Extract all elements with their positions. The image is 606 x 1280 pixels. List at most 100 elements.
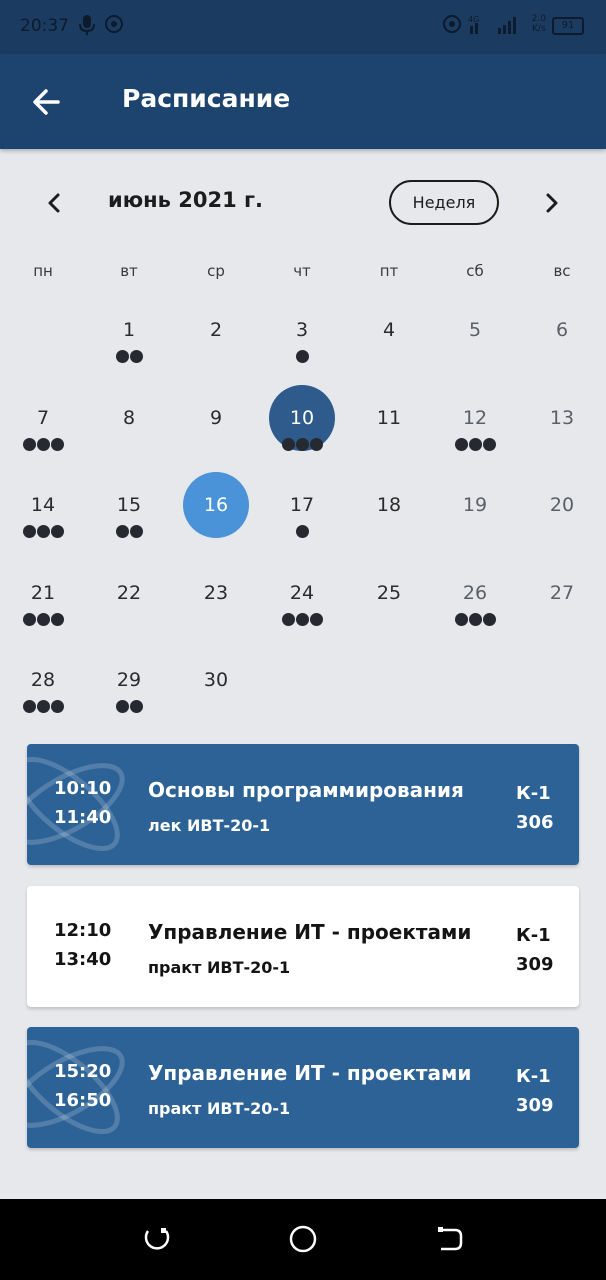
event-dot [50,613,64,626]
month-title: июнь 2021 г. [108,188,263,212]
calendar-day[interactable]: 13 [519,400,605,480]
day-number: 17 [289,494,315,516]
lesson-subject: Основы программирования [148,778,464,802]
calendar-day[interactable]: 3 [259,312,345,392]
lesson-card[interactable]: 15:20 16:50 Управление ИТ - проектами практ… [27,1027,579,1148]
system-nav-bar [0,1199,606,1280]
lesson-location: К-1 306 [516,779,554,837]
day-number: 6 [555,319,569,341]
calendar-day[interactable]: 27 [519,575,605,655]
calendar-day[interactable]: 2 [173,312,259,392]
event-dot [295,438,309,451]
arrow-left-icon[interactable] [26,82,68,124]
lesson-start: 10:10 [54,778,112,799]
lesson-room: 309 [516,954,554,975]
calendar-day[interactable]: 6 [519,312,605,392]
lesson-subject: Управление ИТ - проектами [148,1061,472,1085]
weekday-label: вт [120,262,138,280]
weekday-label: вс [553,262,571,280]
day-number: 21 [30,582,56,604]
event-dot [50,438,64,451]
calendar-day[interactable]: 19 [432,487,518,567]
weekday-label: сб [466,262,484,280]
event-dot [22,613,36,626]
day-number: 23 [203,582,229,604]
calendar-day[interactable]: 29 [86,662,172,742]
day-number: 9 [209,407,223,429]
event-dots [259,613,345,626]
lesson-building: К-1 [516,925,551,946]
lesson-details: лек ИВТ-20-1 [148,816,271,835]
day-number: 13 [549,407,575,429]
event-dots [0,438,86,451]
lesson-time: 12:10 13:40 [54,916,111,974]
net-speed: 2.0 K/s [532,14,546,34]
calendar-day[interactable]: 25 [346,575,432,655]
back-icon[interactable] [431,1221,467,1257]
event-dot [36,613,50,626]
calendar-day[interactable]: 11 [346,400,432,480]
day-number: 28 [30,669,56,691]
net-speed-unit: K/s [532,24,546,34]
lesson-building: К-1 [516,1066,551,1087]
day-number: 22 [116,582,142,604]
day-number: 19 [462,494,488,516]
day-number: 24 [289,582,315,604]
lesson-end: 11:40 [54,807,112,828]
calendar-day[interactable]: 28 [0,662,86,742]
event-dot [36,525,50,538]
calendar-day[interactable]: 12 [432,400,518,480]
weekday-label: ср [207,262,225,280]
calendar-day[interactable]: 15 [86,487,172,567]
calendar-day[interactable]: 22 [86,575,172,655]
calendar-day[interactable]: 7 [0,400,86,480]
calendar-day[interactable]: 21 [0,575,86,655]
lesson-time: 15:20 16:50 [54,1057,111,1115]
calendar-day[interactable]: 4 [346,312,432,392]
calendar-day[interactable]: 1 [86,312,172,392]
status-time: 20:37 [20,16,69,36]
lesson-time: 10:10 11:40 [54,774,111,832]
event-dots [86,525,172,538]
lesson-details: практ ИВТ-20-1 [148,958,291,977]
calendar-day[interactable]: 9 [173,400,259,480]
recents-icon[interactable] [139,1221,175,1257]
home-icon[interactable] [285,1221,321,1257]
day-number: 2 [209,319,223,341]
chevron-left-icon[interactable] [38,186,72,220]
lesson-room: 309 [516,1095,554,1116]
lesson-card[interactable]: 10:10 11:40 Основы программирования лек ИВТ… [27,744,579,865]
calendar-day[interactable]: 26 [432,575,518,655]
event-dot [295,613,309,626]
calendar-day[interactable]: 23 [173,575,259,655]
calendar-day[interactable]: 30 [173,662,259,742]
day-number: 15 [116,494,142,516]
calendar-day[interactable]: 20 [519,487,605,567]
event-dots [0,700,86,713]
calendar-day[interactable]: 8 [86,400,172,480]
lesson-card[interactable]: 12:10 13:40 Управление ИТ - проектами практ… [27,886,579,1007]
day-number: 25 [376,582,402,604]
week-view-button[interactable]: Неделя [389,180,499,225]
event-dot [482,613,496,626]
calendar-day[interactable]: 24 [259,575,345,655]
day-number: 26 [462,582,488,604]
event-dots [432,438,518,451]
wifi-calling-icon [442,14,462,39]
event-dot [295,350,309,363]
weekday-label: пт [379,262,399,280]
lesson-start: 15:20 [54,1061,112,1082]
event-dot [468,438,482,451]
calendar-day[interactable]: 16 [173,472,259,567]
event-dot [22,438,36,451]
event-dot [115,525,129,538]
event-dots [432,613,518,626]
event-dot [129,700,143,713]
calendar-day[interactable]: 17 [259,487,345,567]
calendar-day[interactable]: 14 [0,487,86,567]
chevron-right-icon[interactable] [534,186,568,220]
calendar-day[interactable]: 18 [346,487,432,567]
calendar-day[interactable]: 5 [432,312,518,392]
event-dots [86,350,172,363]
calendar-day[interactable]: 10 [259,385,345,480]
